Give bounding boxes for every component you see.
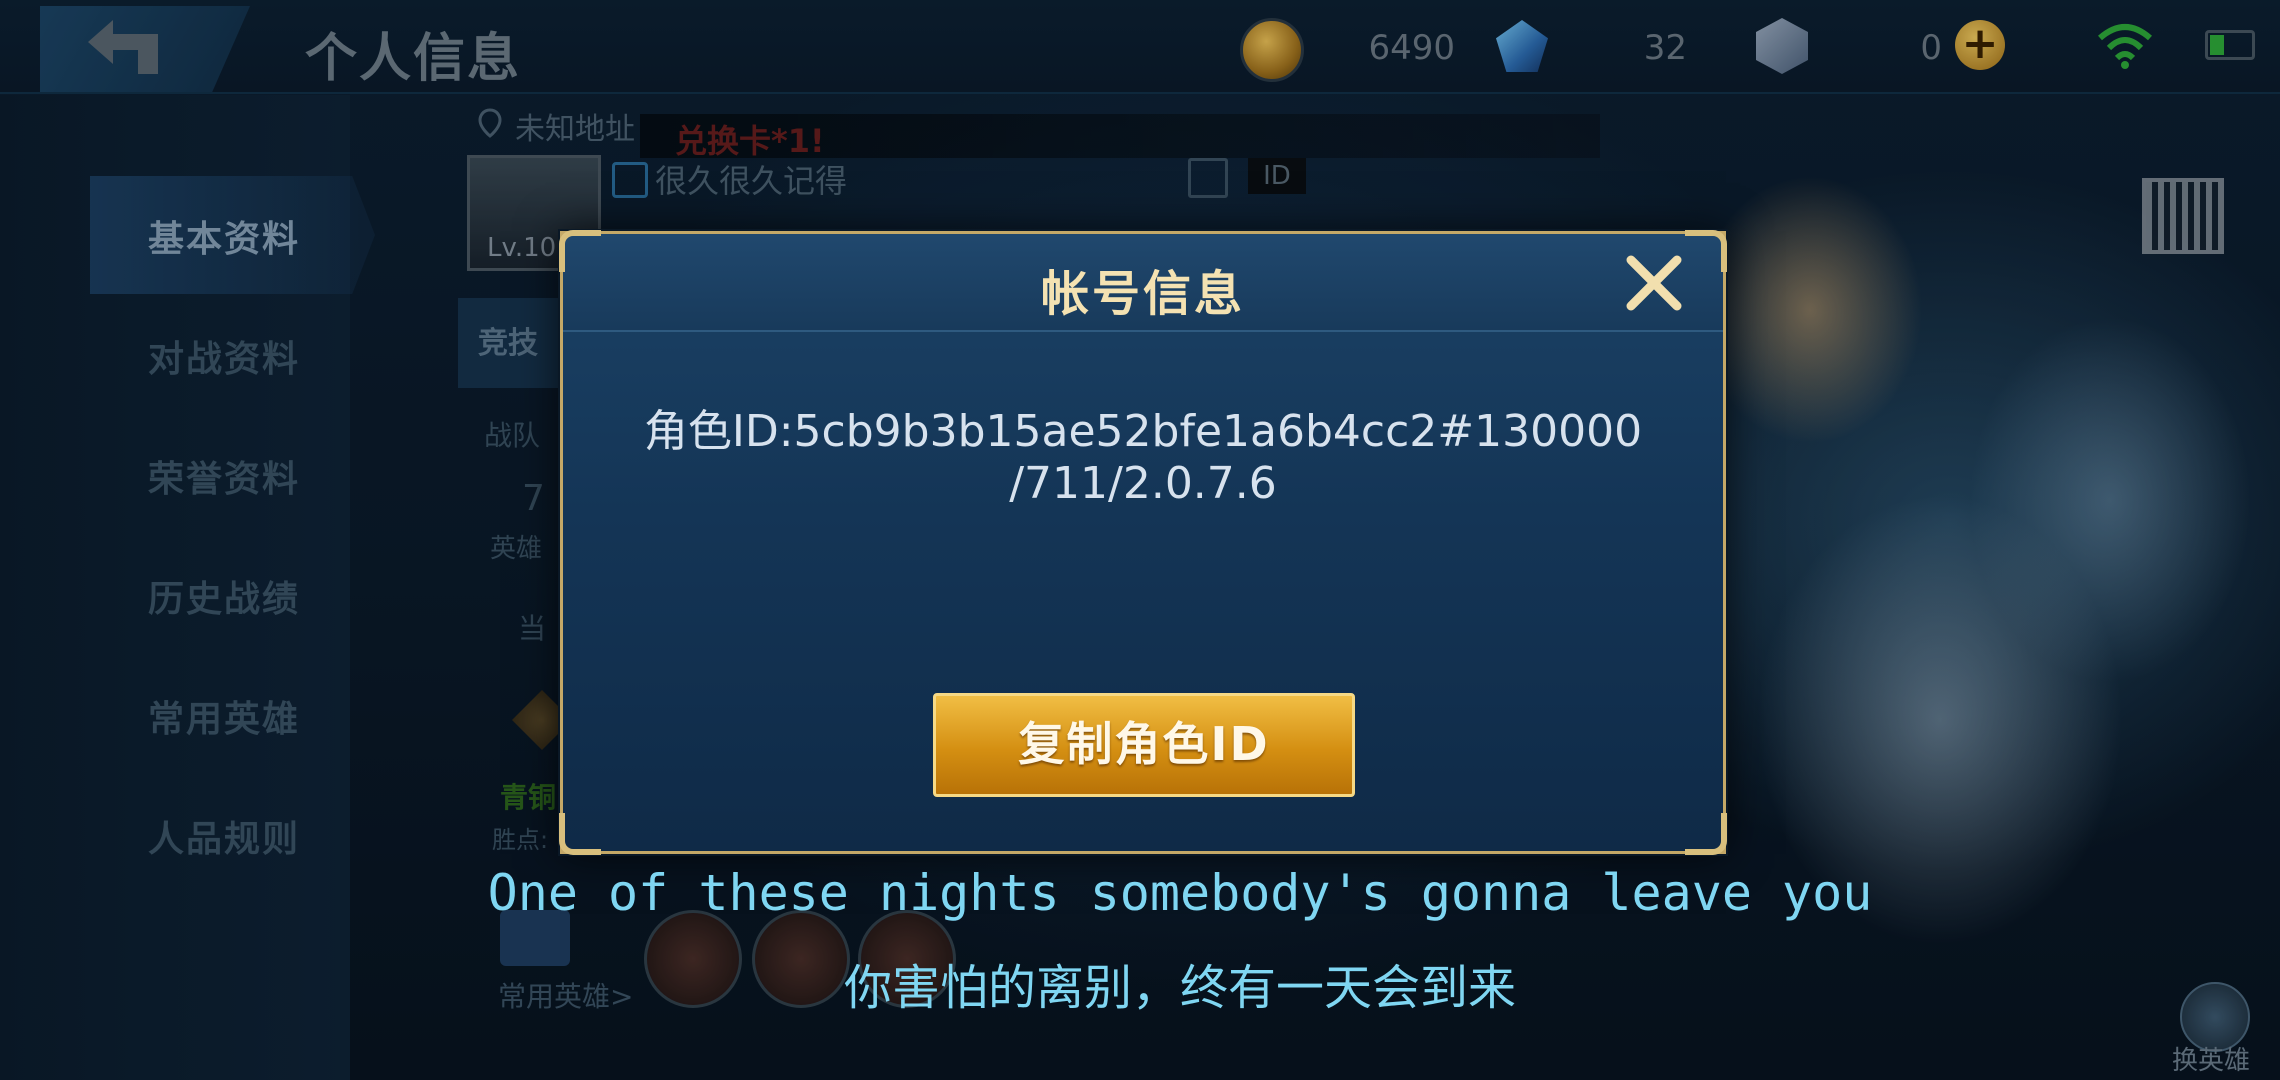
frame-corner <box>559 230 601 272</box>
frame-corner <box>1685 230 1727 272</box>
subtitle-english: One of these nights somebody's gonna lea… <box>487 864 1873 922</box>
close-icon[interactable] <box>1621 250 1687 316</box>
copy-role-id-button[interactable]: 复制角色ID <box>933 693 1355 797</box>
dialog-title: 帐号信息 <box>1040 266 1245 322</box>
frame-corner <box>1685 813 1727 855</box>
subtitle-chinese: 你害怕的离别，终有一天会到来 <box>843 960 1516 1016</box>
role-id-text: 角色ID:5cb9b3b15ae52bfe1a6b4cc2#130000 /71… <box>643 406 1643 509</box>
account-info-dialog: 帐号信息 角色ID:5cb9b3b15ae52bfe1a6b4cc2#13000… <box>559 230 1727 855</box>
frame-corner <box>559 813 601 855</box>
